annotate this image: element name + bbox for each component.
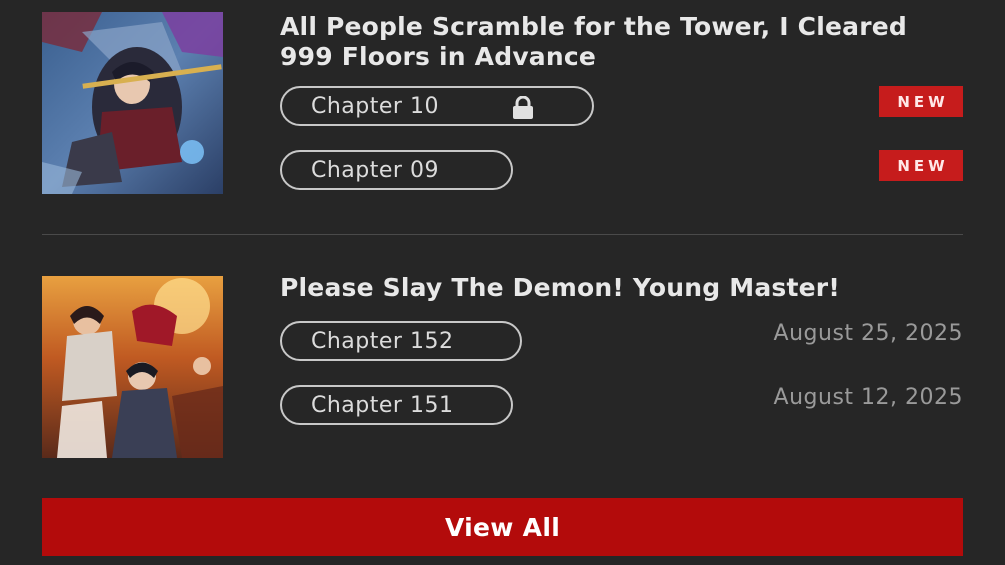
manga-cover-image[interactable]: [42, 276, 223, 458]
manga-title[interactable]: All People Scramble for the Tower, I Cle…: [280, 12, 963, 72]
lock-icon: [510, 96, 536, 120]
chapter-row: Chapter 09 NEW: [280, 150, 963, 194]
chapter-label: Chapter 10: [311, 93, 439, 119]
manga-cover-image[interactable]: [42, 12, 223, 194]
chapter-09-button[interactable]: Chapter 09: [280, 150, 513, 190]
chapter-label: Chapter 09: [311, 157, 439, 183]
chapter-row: Chapter 151 August 12, 2025: [280, 385, 963, 429]
chapter-151-button[interactable]: Chapter 151: [280, 385, 513, 425]
chapter-row: Chapter 152 August 25, 2025: [280, 321, 963, 365]
manga-entry: All People Scramble for the Tower, I Cle…: [42, 12, 963, 194]
entry-divider: [42, 234, 963, 235]
release-date: August 25, 2025: [773, 321, 963, 346]
cover-art-2: [42, 276, 223, 458]
chapter-label: Chapter 152: [311, 328, 454, 354]
chapter-row: Chapter 10 NEW: [280, 86, 963, 130]
manga-title[interactable]: Please Slay The Demon! Young Master!: [280, 273, 963, 303]
cover-art-1: [42, 12, 223, 194]
manga-entry: Please Slay The Demon! Young Master! Cha…: [42, 273, 963, 458]
new-badge: NEW: [879, 86, 963, 117]
view-all-button[interactable]: View All: [42, 498, 963, 556]
new-badge: NEW: [879, 150, 963, 181]
release-date: August 12, 2025: [773, 385, 963, 410]
chapter-10-button[interactable]: Chapter 10: [280, 86, 594, 126]
chapter-label: Chapter 151: [311, 392, 454, 418]
chapter-152-button[interactable]: Chapter 152: [280, 321, 522, 361]
manga-updates-page: All People Scramble for the Tower, I Cle…: [0, 0, 1005, 565]
